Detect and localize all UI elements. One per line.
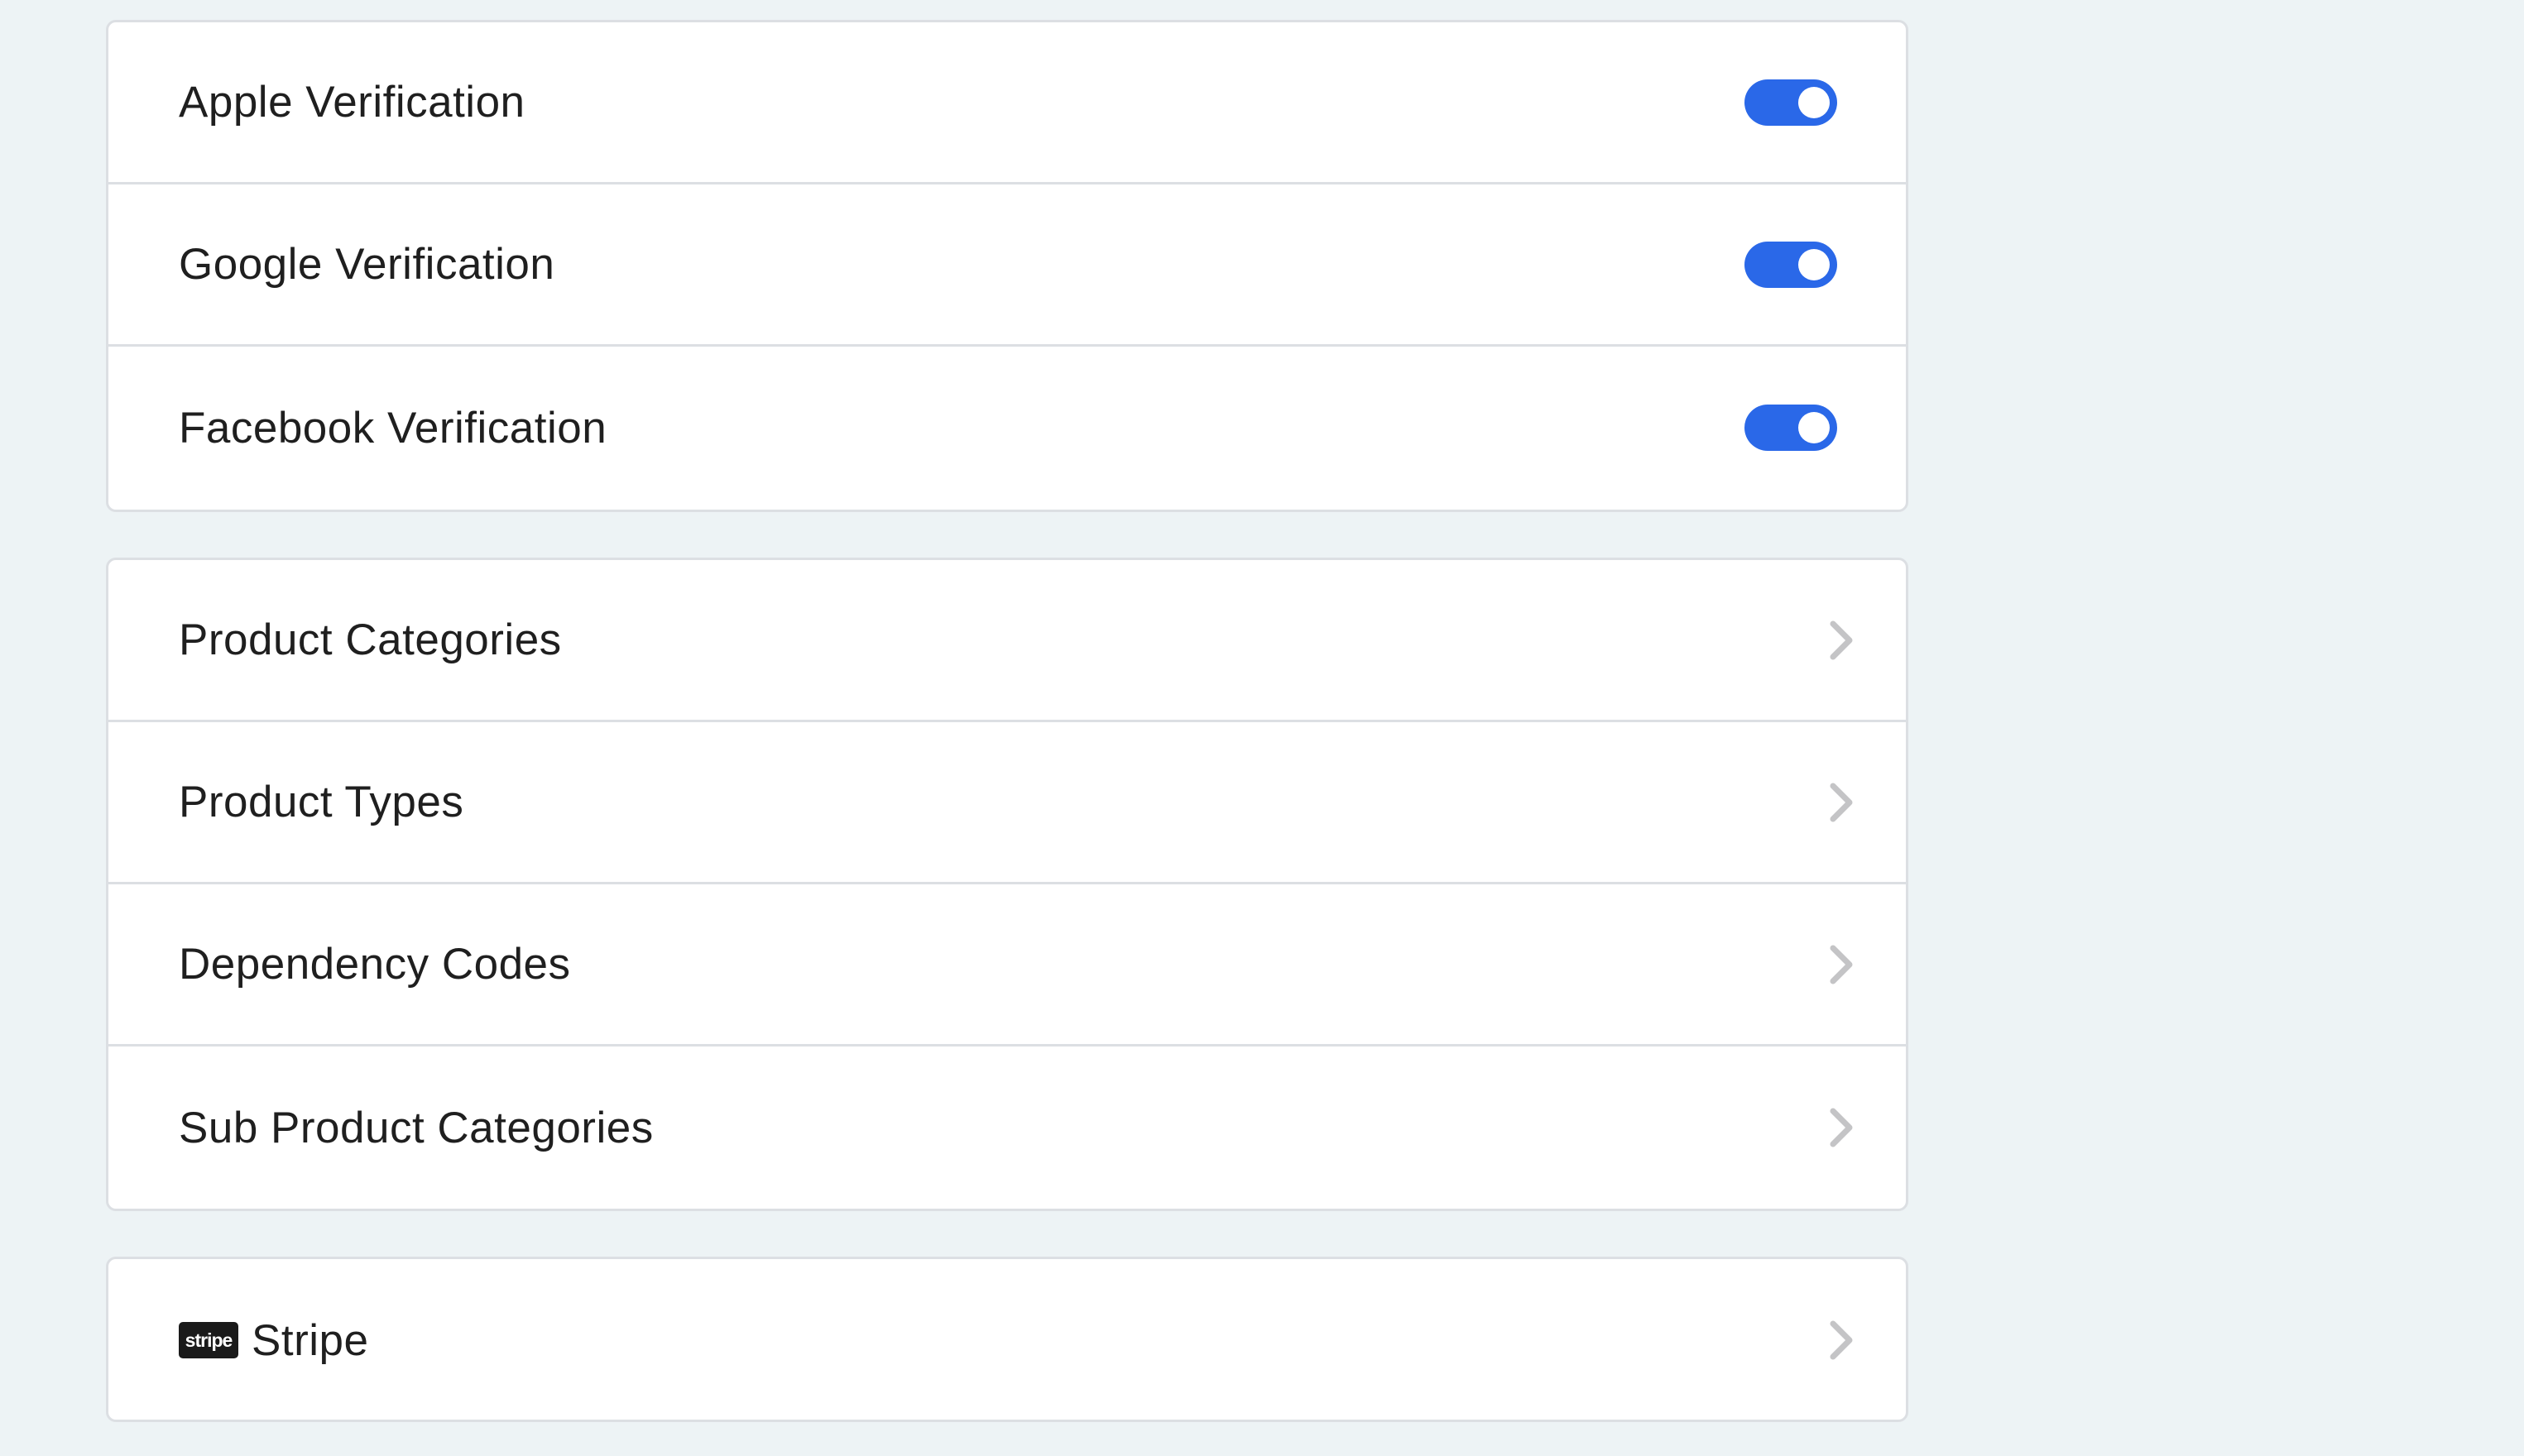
product-settings-card: Product Categories Product Types Depende…: [106, 558, 1908, 1211]
google-verification-toggle[interactable]: [1744, 241, 1837, 288]
apple-verification-toggle[interactable]: [1744, 79, 1837, 126]
stripe-logo-text: stripe: [185, 1329, 233, 1351]
chevron-right-icon: [1830, 620, 1853, 659]
product-types-label: Product Types: [179, 778, 464, 826]
product-types-row[interactable]: Product Types: [108, 722, 1906, 884]
sub-product-categories-label: Sub Product Categories: [179, 1103, 654, 1152]
product-categories-label: Product Categories: [179, 615, 562, 664]
sub-product-categories-row[interactable]: Sub Product Categories: [108, 1046, 1906, 1209]
google-verification-label: Google Verification: [179, 240, 555, 289]
stripe-logo-icon: stripe: [179, 1322, 238, 1358]
chevron-right-icon: [1830, 1320, 1853, 1360]
toggle-knob: [1798, 86, 1830, 118]
stripe-row[interactable]: stripe Stripe: [108, 1259, 1906, 1420]
product-categories-row[interactable]: Product Categories: [108, 560, 1906, 722]
dependency-codes-label: Dependency Codes: [179, 940, 571, 989]
facebook-verification-label: Facebook Verification: [179, 403, 607, 453]
chevron-right-icon: [1830, 783, 1853, 821]
toggle-knob: [1798, 248, 1830, 280]
stripe-label: Stripe: [252, 1315, 369, 1365]
facebook-verification-row: Facebook Verification: [108, 347, 1906, 509]
facebook-verification-toggle[interactable]: [1744, 405, 1837, 451]
toggle-knob: [1798, 412, 1830, 443]
chevron-right-icon: [1830, 1108, 1853, 1147]
apple-verification-label: Apple Verification: [179, 78, 525, 127]
verification-settings-card: Apple Verification Google Verification F…: [106, 20, 1908, 512]
chevron-right-icon: [1830, 945, 1853, 984]
apple-verification-row: Apple Verification: [108, 22, 1906, 184]
dependency-codes-row[interactable]: Dependency Codes: [108, 884, 1906, 1046]
google-verification-row: Google Verification: [108, 184, 1906, 347]
payment-settings-card: stripe Stripe: [106, 1257, 1908, 1422]
